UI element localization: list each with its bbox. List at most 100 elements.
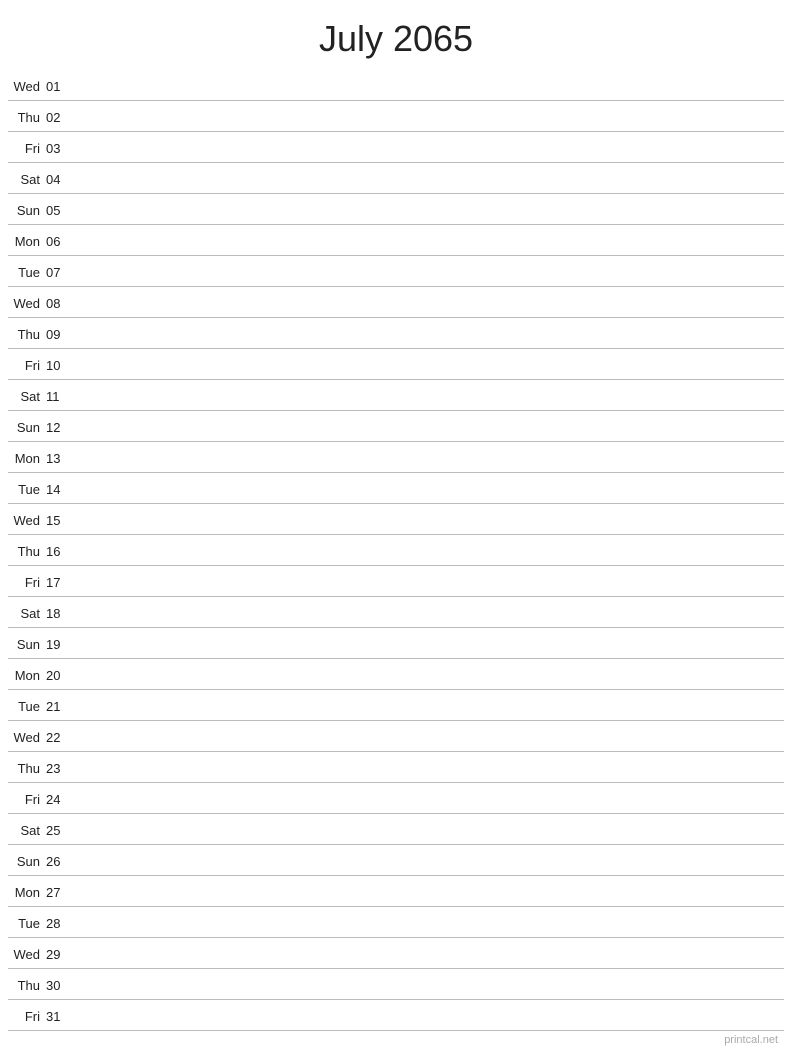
day-row: Thu02 bbox=[8, 101, 784, 132]
day-name: Wed bbox=[8, 296, 46, 311]
day-name: Sun bbox=[8, 203, 46, 218]
day-row: Wed15 bbox=[8, 504, 784, 535]
day-number: 03 bbox=[46, 141, 72, 156]
day-number: 17 bbox=[46, 575, 72, 590]
day-number: 04 bbox=[46, 172, 72, 187]
day-number: 02 bbox=[46, 110, 72, 125]
day-row: Wed01 bbox=[8, 70, 784, 101]
page-title: July 2065 bbox=[0, 0, 792, 70]
day-row: Mon27 bbox=[8, 876, 784, 907]
day-name: Sat bbox=[8, 823, 46, 838]
day-name: Wed bbox=[8, 513, 46, 528]
day-name: Tue bbox=[8, 699, 46, 714]
day-row: Sun05 bbox=[8, 194, 784, 225]
day-name: Mon bbox=[8, 668, 46, 683]
day-row: Tue21 bbox=[8, 690, 784, 721]
day-number: 31 bbox=[46, 1009, 72, 1024]
day-name: Tue bbox=[8, 482, 46, 497]
day-row: Fri31 bbox=[8, 1000, 784, 1031]
day-name: Fri bbox=[8, 1009, 46, 1024]
day-line bbox=[72, 272, 784, 273]
day-row: Mon06 bbox=[8, 225, 784, 256]
day-number: 13 bbox=[46, 451, 72, 466]
day-name: Wed bbox=[8, 947, 46, 962]
day-name: Fri bbox=[8, 575, 46, 590]
day-row: Sat04 bbox=[8, 163, 784, 194]
day-line bbox=[72, 210, 784, 211]
day-row: Mon13 bbox=[8, 442, 784, 473]
day-line bbox=[72, 861, 784, 862]
day-line bbox=[72, 458, 784, 459]
day-number: 28 bbox=[46, 916, 72, 931]
day-line bbox=[72, 427, 784, 428]
day-number: 12 bbox=[46, 420, 72, 435]
day-name: Sat bbox=[8, 389, 46, 404]
watermark: printcal.net bbox=[724, 1034, 778, 1046]
day-line bbox=[72, 954, 784, 955]
day-line bbox=[72, 644, 784, 645]
day-row: Thu09 bbox=[8, 318, 784, 349]
day-line bbox=[72, 86, 784, 87]
day-row: Fri10 bbox=[8, 349, 784, 380]
day-number: 09 bbox=[46, 327, 72, 342]
day-line bbox=[72, 613, 784, 614]
day-row: Thu16 bbox=[8, 535, 784, 566]
day-number: 21 bbox=[46, 699, 72, 714]
day-line bbox=[72, 551, 784, 552]
day-name: Wed bbox=[8, 79, 46, 94]
day-name: Sun bbox=[8, 854, 46, 869]
day-name: Fri bbox=[8, 358, 46, 373]
day-number: 14 bbox=[46, 482, 72, 497]
day-row: Wed29 bbox=[8, 938, 784, 969]
day-number: 15 bbox=[46, 513, 72, 528]
day-row: Tue28 bbox=[8, 907, 784, 938]
day-name: Wed bbox=[8, 730, 46, 745]
day-line bbox=[72, 117, 784, 118]
day-line bbox=[72, 334, 784, 335]
day-number: 10 bbox=[46, 358, 72, 373]
day-name: Sun bbox=[8, 420, 46, 435]
day-row: Sat18 bbox=[8, 597, 784, 628]
day-name: Fri bbox=[8, 141, 46, 156]
day-line bbox=[72, 396, 784, 397]
day-line bbox=[72, 768, 784, 769]
day-row: Sat25 bbox=[8, 814, 784, 845]
day-number: 05 bbox=[46, 203, 72, 218]
day-line bbox=[72, 148, 784, 149]
day-number: 16 bbox=[46, 544, 72, 559]
day-name: Thu bbox=[8, 761, 46, 776]
day-number: 29 bbox=[46, 947, 72, 962]
day-name: Tue bbox=[8, 265, 46, 280]
day-name: Thu bbox=[8, 978, 46, 993]
day-row: Thu23 bbox=[8, 752, 784, 783]
day-number: 26 bbox=[46, 854, 72, 869]
day-row: Wed08 bbox=[8, 287, 784, 318]
day-number: 20 bbox=[46, 668, 72, 683]
day-line bbox=[72, 241, 784, 242]
day-number: 07 bbox=[46, 265, 72, 280]
day-number: 06 bbox=[46, 234, 72, 249]
day-number: 30 bbox=[46, 978, 72, 993]
day-name: Thu bbox=[8, 544, 46, 559]
day-name: Mon bbox=[8, 885, 46, 900]
day-line bbox=[72, 582, 784, 583]
day-name: Fri bbox=[8, 792, 46, 807]
day-row: Tue14 bbox=[8, 473, 784, 504]
day-name: Mon bbox=[8, 451, 46, 466]
day-line bbox=[72, 303, 784, 304]
day-name: Mon bbox=[8, 234, 46, 249]
day-row: Fri24 bbox=[8, 783, 784, 814]
day-name: Sat bbox=[8, 172, 46, 187]
day-number: 11 bbox=[46, 389, 72, 404]
day-line bbox=[72, 985, 784, 986]
day-number: 25 bbox=[46, 823, 72, 838]
day-row: Sun26 bbox=[8, 845, 784, 876]
day-line bbox=[72, 1016, 784, 1017]
day-row: Sat11 bbox=[8, 380, 784, 411]
day-name: Thu bbox=[8, 110, 46, 125]
day-row: Fri03 bbox=[8, 132, 784, 163]
day-number: 01 bbox=[46, 79, 72, 94]
day-number: 23 bbox=[46, 761, 72, 776]
day-row: Fri17 bbox=[8, 566, 784, 597]
day-name: Tue bbox=[8, 916, 46, 931]
